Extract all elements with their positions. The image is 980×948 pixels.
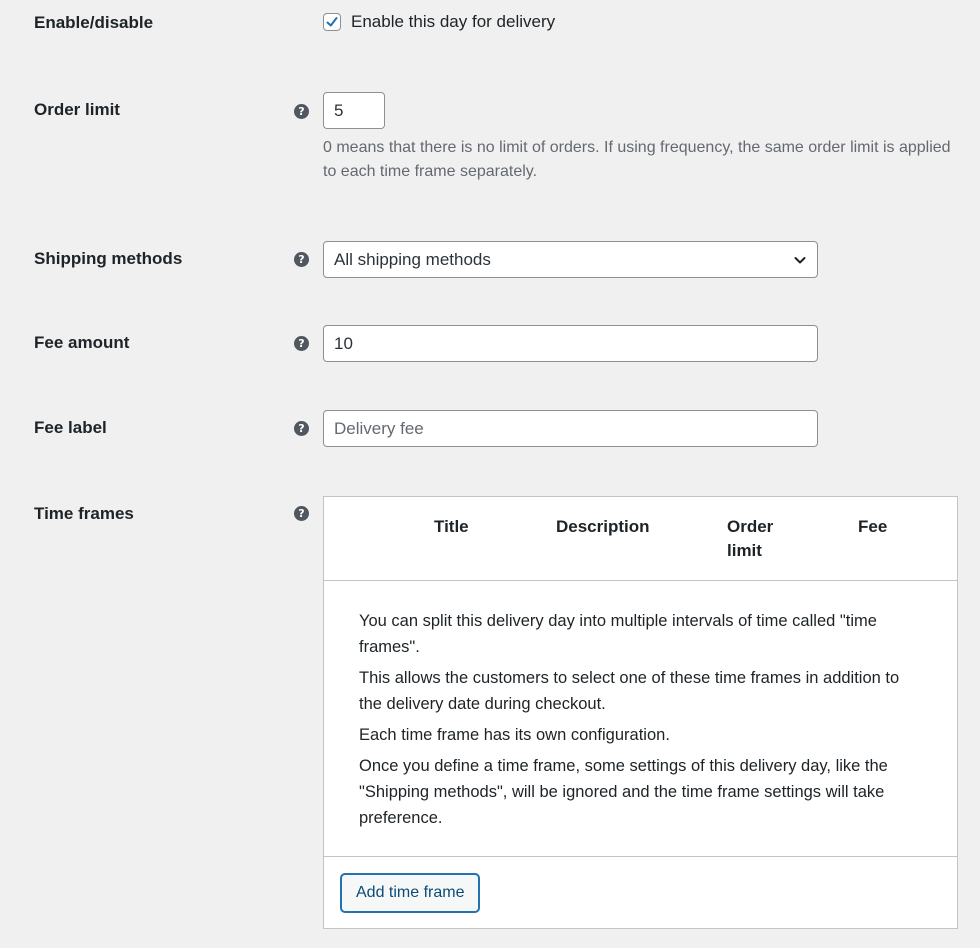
- enable-day-checkbox[interactable]: [323, 13, 341, 31]
- shipping-methods-label: Shipping methods: [34, 249, 183, 268]
- fee-label-input[interactable]: Delivery fee: [323, 410, 818, 447]
- checkmark-icon: [326, 17, 338, 27]
- delivery-day-settings: Enable/disable Enable this day for deliv…: [0, 0, 980, 948]
- chevron-down-icon: [794, 257, 806, 264]
- order-limit-help-icon[interactable]: ?: [294, 104, 309, 119]
- order-limit-label: Order limit: [34, 100, 120, 119]
- fee-label-help-icon[interactable]: ?: [294, 421, 309, 436]
- column-header-fee: Fee: [858, 517, 888, 536]
- time-frames-label: Time frames: [34, 504, 134, 523]
- order-limit-description: 0 means that there is no limit of orders…: [323, 139, 951, 180]
- empty-message-line: This allows the customers to select one …: [359, 669, 900, 713]
- fee-amount-help-icon[interactable]: ?: [294, 336, 309, 351]
- table-footer-divider: [324, 856, 957, 857]
- fee-amount-label: Fee amount: [34, 333, 130, 352]
- empty-message-line: Each time frame has its own configuratio…: [359, 726, 670, 744]
- empty-message-line: Once you define a time frame, some setti…: [359, 757, 888, 827]
- column-header-order-limit: Order limit: [727, 517, 774, 560]
- shipping-methods-select[interactable]: All shipping methods: [323, 241, 818, 278]
- time-frames-help-icon[interactable]: ?: [294, 506, 309, 521]
- column-header-description: Description: [556, 517, 650, 536]
- table-header-divider: [324, 580, 957, 581]
- enable-day-checkbox-row[interactable]: Enable this day for delivery: [323, 12, 555, 32]
- column-header-title: Title: [434, 517, 469, 536]
- add-time-frame-button[interactable]: Add time frame: [341, 874, 480, 912]
- shipping-methods-selected-value: All shipping methods: [334, 250, 491, 269]
- fee-amount-input[interactable]: 10: [323, 325, 818, 362]
- time-frames-empty-message: You can split this delivery day into mul…: [359, 608, 924, 836]
- order-limit-input[interactable]: 5: [323, 92, 385, 129]
- enable-day-checkbox-label: Enable this day for delivery: [351, 12, 556, 31]
- fee-label-label: Fee label: [34, 418, 107, 437]
- enable-disable-label: Enable/disable: [34, 13, 154, 32]
- empty-message-line: You can split this delivery day into mul…: [359, 612, 877, 656]
- shipping-methods-help-icon[interactable]: ?: [294, 252, 309, 267]
- time-frames-table: Title Description Order limit Fee You ca…: [323, 496, 958, 929]
